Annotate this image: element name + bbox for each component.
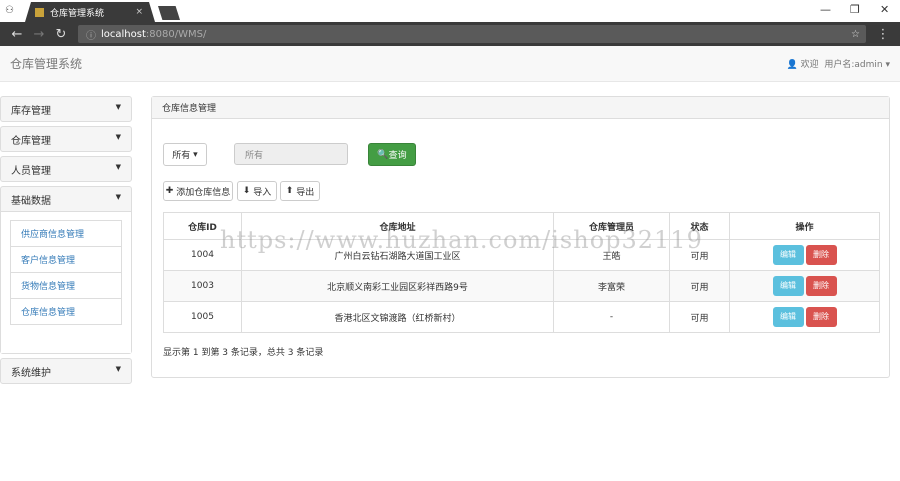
cell-status: 可用 <box>669 301 730 333</box>
cell-address: 香港北区文锦渡路（红桥新村） <box>241 301 554 333</box>
address-bar[interactable]: ⓘ localhost:8080/WMS/ ☆ <box>78 25 866 43</box>
favicon-icon <box>35 8 44 17</box>
import-label: 导入 <box>253 187 272 198</box>
add-warehouse-button[interactable]: ✚ 添加仓库信息 <box>163 181 233 201</box>
restore-icon[interactable]: ❐ <box>850 3 860 16</box>
panel-title: 仓库信息管理 <box>152 97 889 119</box>
tab-title: 仓库管理系统 <box>50 8 105 19</box>
edit-button[interactable]: 编辑 <box>772 245 804 265</box>
cell-actions: 编辑 删除 <box>729 270 880 302</box>
group-label: 基础数据 <box>11 195 51 207</box>
forward-icon[interactable]: → <box>28 27 50 42</box>
column-header[interactable]: 仓库管理员 <box>553 212 670 240</box>
filter-input[interactable]: 所有 <box>234 143 348 165</box>
browser-tab[interactable]: 仓库管理系统 × <box>25 2 155 22</box>
sidebar-group-personnel[interactable]: 人员管理 ▼ <box>1 157 131 181</box>
group-label: 库存管理 <box>11 105 51 117</box>
column-header: 操作 <box>729 212 880 240</box>
import-button[interactable]: ⬇ 导入 <box>237 181 277 201</box>
new-tab-button[interactable] <box>158 6 180 20</box>
username: 用户名:admin <box>824 60 883 70</box>
table-header: 仓库ID 仓库地址 仓库管理员 状态 操作 <box>163 212 880 240</box>
import-icon: ⬇ <box>242 186 251 196</box>
app-header: 仓库管理系统 👤 欢迎 用户名:admin ▾ <box>0 46 900 82</box>
group-label: 仓库管理 <box>11 135 51 147</box>
search-icon: 🔍 <box>377 149 389 160</box>
search-label: 查询 <box>388 151 407 161</box>
export-button[interactable]: ⬆ 导出 <box>280 181 320 201</box>
sidebar-group-basic-data[interactable]: 基础数据 ▼ <box>1 187 131 211</box>
add-label: 添加仓库信息 <box>176 187 231 198</box>
sidebar-group-warehouse[interactable]: 仓库管理 ▼ <box>1 127 131 151</box>
sidebar: 库存管理 ▼ 仓库管理 ▼ 人员管理 ▼ 基础数据 ▼ 供应商信息管理 客户信息管理 货… <box>0 96 132 388</box>
browser-toolbar: ← → ↻ ⓘ localhost:8080/WMS/ ☆ ⋮ <box>0 22 900 46</box>
cell-actions: 编辑 删除 <box>729 301 880 333</box>
caret-down-icon: ▼ <box>115 163 121 171</box>
sidebar-group-inventory[interactable]: 库存管理 ▼ <box>1 97 131 121</box>
caret-down-icon: ▼ <box>115 365 121 373</box>
warehouse-table: 仓库ID 仓库地址 仓库管理员 状态 操作 1004 广州白云钻石湖路大道国工业区… <box>163 212 880 333</box>
export-label: 导出 <box>296 187 315 198</box>
cell-status: 可用 <box>669 239 730 271</box>
url-path: :8080/WMS/ <box>145 28 207 40</box>
minimize-icon[interactable]: — <box>820 3 831 16</box>
caret-down-icon: ▼ <box>115 193 121 201</box>
cell-id: 1003 <box>163 270 242 302</box>
welcome-text: 欢迎 <box>800 60 819 70</box>
delete-button[interactable]: 删除 <box>805 307 837 327</box>
delete-button[interactable]: 删除 <box>805 276 837 296</box>
column-header[interactable]: 状态 <box>669 212 730 240</box>
cell-manager: 李富荣 <box>553 270 670 302</box>
user-menu[interactable]: 👤 欢迎 用户名:admin ▾ <box>787 57 890 70</box>
edit-button[interactable]: 编辑 <box>772 276 804 296</box>
search-button[interactable]: 🔍 查询 <box>368 143 416 166</box>
cell-address: 北京顺义南彩工业园区彩祥西路9号 <box>241 270 554 302</box>
close-window-icon[interactable]: ✕ <box>880 3 889 16</box>
caret-down-icon: ▼ <box>115 133 121 141</box>
cell-address: 广州白云钻石湖路大道国工业区 <box>241 239 554 271</box>
table-row: 1004 广州白云钻石湖路大道国工业区 王皓 可用 编辑 删除 <box>163 239 880 271</box>
brand[interactable]: 仓库管理系统 <box>10 55 82 72</box>
sidebar-item-goods[interactable]: 货物信息管理 <box>10 272 122 299</box>
plus-icon: ✚ <box>165 186 174 196</box>
table-row: 1005 香港北区文锦渡路（红桥新村） - 可用 编辑 删除 <box>163 301 880 333</box>
delete-button[interactable]: 删除 <box>805 245 837 265</box>
cell-manager: 王皓 <box>553 239 670 271</box>
url-host: localhost <box>101 28 146 40</box>
column-header[interactable]: 仓库地址 <box>241 212 554 240</box>
cell-id: 1004 <box>163 239 242 271</box>
table-row: 1003 北京顺义南彩工业园区彩祥西路9号 李富荣 可用 编辑 删除 <box>163 270 880 302</box>
sidebar-item-customer[interactable]: 客户信息管理 <box>10 246 122 273</box>
incognito-icon: ⚇ <box>5 5 14 16</box>
menu-icon[interactable]: ⋮ <box>872 27 894 42</box>
cell-actions: 编辑 删除 <box>729 239 880 271</box>
export-icon: ⬆ <box>285 186 294 196</box>
cell-status: 可用 <box>669 270 730 302</box>
pagination-info: 显示第 1 到第 3 条记录，总共 3 条记录 <box>163 348 324 358</box>
sidebar-item-warehouse-info[interactable]: 仓库信息管理 <box>10 298 122 325</box>
browser-tabbar: ⚇ 仓库管理系统 × — ❐ ✕ <box>0 0 900 22</box>
group-label: 人员管理 <box>11 165 51 177</box>
cell-manager: - <box>553 301 670 333</box>
edit-button[interactable]: 编辑 <box>772 307 804 327</box>
group-label: 系统维护 <box>11 367 51 379</box>
column-header[interactable]: 仓库ID <box>163 212 242 240</box>
caret-down-icon: ▼ <box>115 103 121 111</box>
user-icon: 👤 <box>786 60 798 70</box>
filter-select[interactable]: 所有 ▾ <box>163 143 207 166</box>
reload-icon[interactable]: ↻ <box>50 27 72 42</box>
close-tab-icon[interactable]: × <box>135 7 143 17</box>
sidebar-item-supplier[interactable]: 供应商信息管理 <box>10 220 122 247</box>
bookmark-star-icon[interactable]: ☆ <box>851 29 860 40</box>
filter-value: 所有 <box>172 151 191 161</box>
back-icon[interactable]: ← <box>6 27 28 42</box>
filter-input-placeholder: 所有 <box>245 150 264 161</box>
warehouse-panel: 仓库信息管理 所有 ▾ 所有 🔍 查询 ✚ 添加仓库信息 ⬇ 导入 ⬆ 导出 仓库… <box>151 96 890 378</box>
sidebar-group-system[interactable]: 系统维护 ▼ <box>1 359 131 383</box>
cell-id: 1005 <box>163 301 242 333</box>
info-icon: ⓘ <box>86 30 96 42</box>
